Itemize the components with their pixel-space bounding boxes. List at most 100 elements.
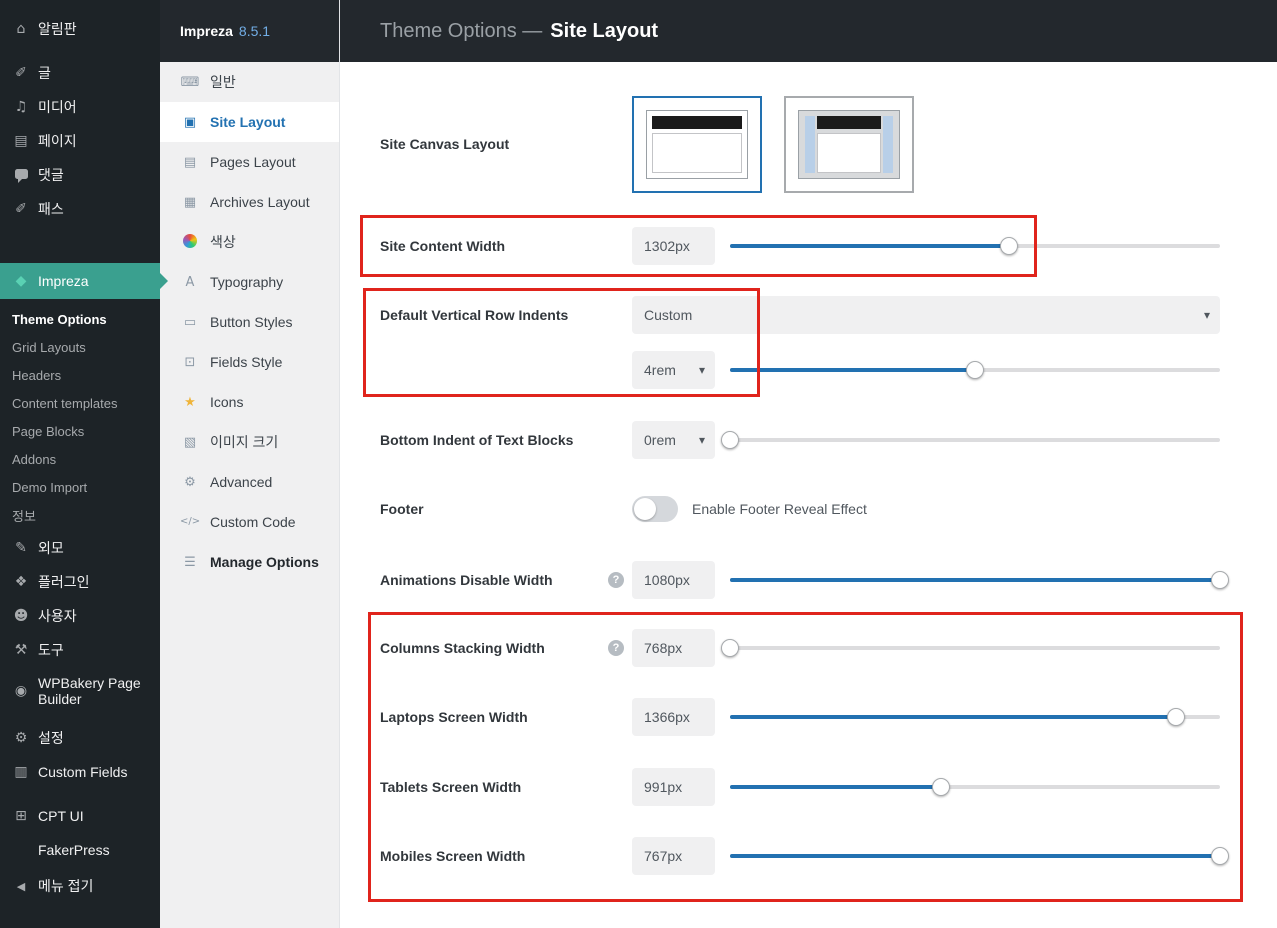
option-label-text: Default Vertical Row Indents: [380, 307, 569, 323]
theme-tab-icons[interactable]: ★ Icons: [160, 382, 339, 422]
sidebar-item-media[interactable]: ♫ 미디어: [0, 90, 160, 124]
option-row-site-content-width: Site Content Width: [380, 227, 1220, 265]
theme-tab-label: Pages Layout: [210, 154, 296, 170]
laptops-screen-width-slider[interactable]: [730, 708, 1220, 726]
sidebar-item-label: 패스: [38, 200, 64, 217]
sidebar-item-collapse-menu[interactable]: ◀ 메뉴 접기: [0, 869, 160, 903]
selected-option: 4rem: [644, 362, 676, 378]
mobiles-screen-width-slider[interactable]: [730, 847, 1229, 865]
sidebar-item-posts[interactable]: ✐ 글: [0, 56, 160, 90]
slider-handle[interactable]: [1211, 571, 1229, 589]
sidebar-item-plugins[interactable]: ❖ 플러그인: [0, 565, 160, 599]
slider-fill: [730, 778, 950, 796]
sidebar-item-settings[interactable]: ⚙ 설정: [0, 721, 160, 755]
bottom-indent-slider[interactable]: [721, 431, 1220, 449]
plugins-icon: ❖: [14, 574, 28, 590]
submenu-item-content-templates[interactable]: Content templates: [0, 389, 160, 417]
canvas-layout-wide-option[interactable]: [632, 96, 762, 193]
theme-tab-general[interactable]: ⌨ 일반: [160, 62, 339, 102]
canvas-layout-boxed-option[interactable]: [784, 96, 914, 193]
sidebar-item-cpt-ui[interactable]: ⊞ CPT UI: [0, 799, 160, 833]
option-label: Mobiles Screen Width: [380, 847, 632, 865]
slider-handle[interactable]: [721, 431, 739, 449]
slider-handle[interactable]: [966, 361, 984, 379]
slider-handle[interactable]: [1211, 847, 1229, 865]
sidebar-item-users[interactable]: ☻ 사용자: [0, 599, 160, 633]
bottom-indent-select[interactable]: 0rem ▾: [632, 421, 715, 459]
footer-reveal-toggle[interactable]: [632, 496, 678, 522]
theme-tab-label: Typography: [210, 274, 284, 290]
theme-name: Impreza: [180, 23, 233, 39]
sidebar-item-pages[interactable]: ▤ 페이지: [0, 124, 160, 158]
row-indents-slider[interactable]: [730, 361, 1220, 379]
help-icon[interactable]: ?: [608, 572, 624, 588]
sidebar-item-appearance[interactable]: ✎ 외모: [0, 531, 160, 565]
row-indents-value-select[interactable]: 4rem ▾: [632, 351, 715, 389]
slider-fill: [730, 361, 984, 379]
theme-tab-pages-layout[interactable]: ▤ Pages Layout: [160, 142, 339, 182]
theme-tab-button-styles[interactable]: ▭ Button Styles: [160, 302, 339, 342]
tablets-screen-width-slider[interactable]: [730, 778, 1220, 796]
sidebar-item-label: 도구: [38, 641, 64, 658]
submenu-item-headers[interactable]: Headers: [0, 361, 160, 389]
sidebar-item-fakerpress[interactable]: FakerPress: [0, 833, 160, 867]
slider-fill: [730, 708, 1185, 726]
submenu-item-page-blocks[interactable]: Page Blocks: [0, 417, 160, 445]
help-icon[interactable]: ?: [608, 640, 624, 656]
selected-option: Custom: [644, 307, 693, 323]
sidebar-item-wpbakery[interactable]: ◉ WPBakery Page Builder: [0, 667, 160, 715]
columns-stacking-width-input[interactable]: [632, 629, 715, 667]
main-panel: Theme Options — Site Layout Site Canvas …: [340, 0, 1277, 928]
theme-tab-manage-options[interactable]: ☰ Manage Options: [160, 542, 339, 582]
option-label-text: Site Canvas Layout: [380, 136, 510, 153]
mobiles-screen-width-input[interactable]: [632, 837, 715, 875]
site-content-width-input[interactable]: [632, 227, 715, 265]
appearance-icon: ✎: [15, 540, 27, 556]
slider-handle[interactable]: [1166, 708, 1185, 726]
site-content-width-slider[interactable]: [730, 237, 1220, 255]
columns-stacking-width-slider[interactable]: [721, 639, 1220, 657]
theme-tab-image-sizes[interactable]: ▧ 이미지 크기: [160, 422, 339, 462]
submenu-item-demo-import[interactable]: Demo Import: [0, 473, 160, 501]
slider-handle[interactable]: [931, 778, 950, 796]
laptops-screen-width-input[interactable]: [632, 698, 715, 736]
slider-handle[interactable]: [721, 639, 739, 657]
sidebar-item-comments[interactable]: 댓글: [0, 158, 160, 192]
menu-separator: [0, 789, 160, 799]
option-row-mobiles-screen-width: Mobiles Screen Width: [380, 837, 1229, 875]
toggle-knob: [634, 498, 656, 520]
theme-tab-fields-style[interactable]: ⊡ Fields Style: [160, 342, 339, 382]
pages-layout-icon: ▤: [183, 154, 197, 170]
sidebar-item-label: 외모: [38, 539, 64, 556]
sidebar-item-tools[interactable]: ⚒ 도구: [0, 633, 160, 667]
row-indents-mode-select[interactable]: Custom ▾: [632, 296, 1220, 334]
menu-separator: [0, 46, 160, 56]
sidebar-item-impreza[interactable]: ◆ Impreza: [0, 263, 168, 299]
submenu-item-grid-layouts[interactable]: Grid Layouts: [0, 333, 160, 361]
tablets-screen-width-input[interactable]: [632, 768, 715, 806]
animations-disable-width-input[interactable]: [632, 561, 715, 599]
theme-tab-archives-layout[interactable]: ▦ Archives Layout: [160, 182, 339, 222]
theme-tab-custom-code[interactable]: </> Custom Code: [160, 502, 339, 542]
theme-tab-label: Manage Options: [210, 554, 319, 570]
submenu-item-theme-options[interactable]: Theme Options: [0, 305, 160, 333]
sidebar-item-label: 알림판: [38, 20, 77, 37]
sidebar-item-dashboard[interactable]: ⌂ 알림판: [0, 12, 160, 46]
sidebar-item-label: 페이지: [38, 132, 77, 149]
sidebar-item-label: 사용자: [38, 607, 77, 624]
animations-disable-width-slider[interactable]: [730, 571, 1229, 589]
option-label: Laptops Screen Width: [380, 708, 632, 726]
theme-tab-typography[interactable]: A Typography: [160, 262, 339, 302]
sidebar-item-label: 설정: [38, 729, 64, 746]
theme-options-sidebar: Impreza 8.5.1 ⌨ 일반 ▣ Site Layout ▤ Pages…: [160, 0, 340, 928]
slider-handle[interactable]: [1000, 237, 1019, 255]
theme-tab-advanced[interactable]: ⚙ Advanced: [160, 462, 339, 502]
chevron-down-icon: ▾: [1203, 308, 1210, 322]
submenu-item-about[interactable]: 정보: [0, 501, 160, 529]
theme-tab-label: Fields Style: [210, 354, 283, 370]
theme-tab-site-layout[interactable]: ▣ Site Layout: [160, 102, 339, 142]
sidebar-item-custom-fields[interactable]: ▥ Custom Fields: [0, 755, 160, 789]
sidebar-item-path[interactable]: ✐ 패스: [0, 192, 160, 226]
submenu-item-addons[interactable]: Addons: [0, 445, 160, 473]
theme-tab-colors[interactable]: 색상: [160, 222, 339, 262]
